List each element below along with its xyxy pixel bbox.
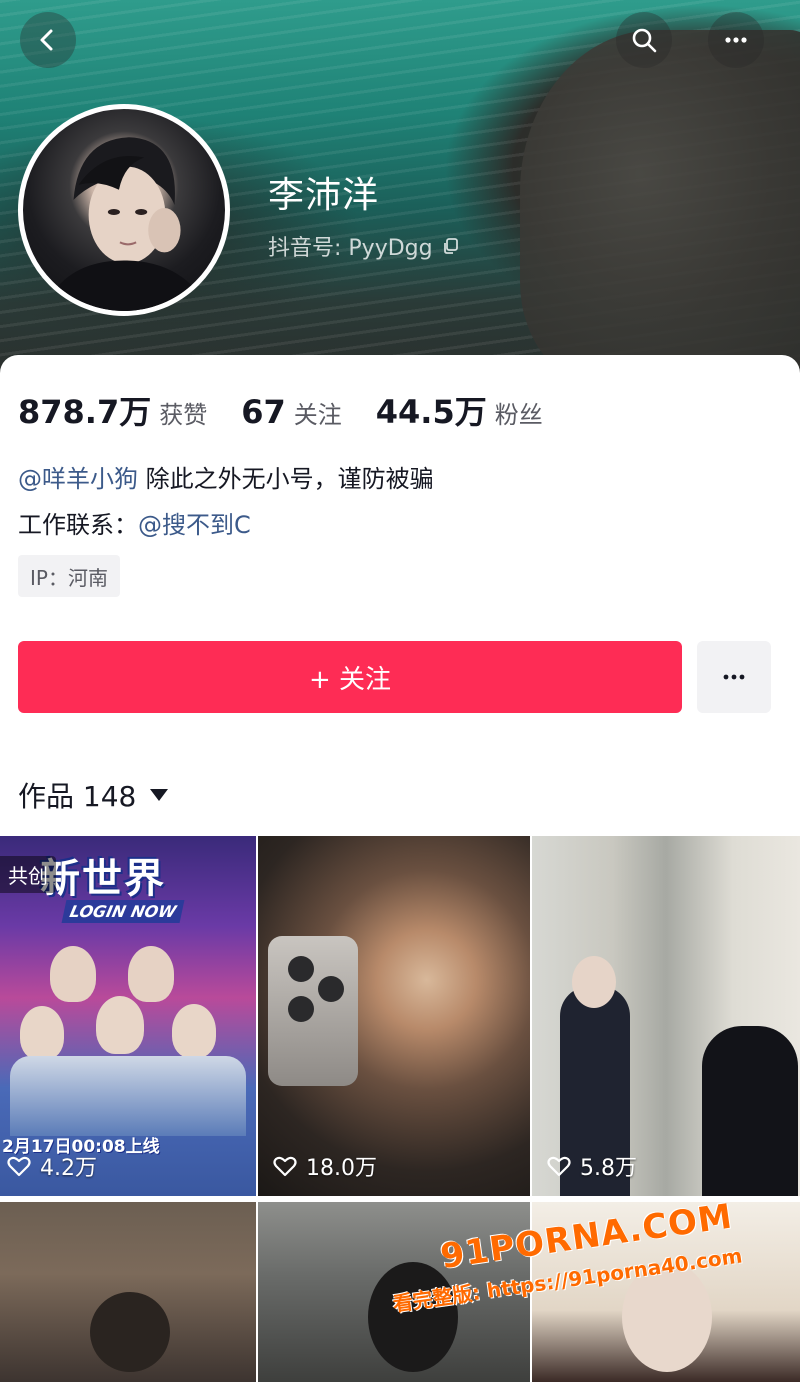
douyin-id-row[interactable]: 抖音号: PyyDgg (268, 230, 461, 262)
camera-lens (288, 956, 314, 982)
more-dots-icon (723, 674, 745, 680)
avatar[interactable] (18, 104, 230, 316)
bio-text-2: 工作联系： (18, 511, 138, 539)
poster-figure (172, 1004, 216, 1058)
video-likes-count: 4.2万 (40, 1156, 97, 1181)
search-icon (632, 28, 657, 53)
heart-icon (7, 1156, 31, 1177)
poster-group-clothes (10, 1056, 246, 1136)
poster-title: 新世界 (40, 856, 166, 902)
poster-figure (128, 946, 174, 1002)
camera-lens (288, 996, 314, 1022)
poster-figure (20, 1006, 64, 1060)
ip-badge: IP：河南 (18, 555, 120, 597)
poster-subtitle: LOGIN NOW (61, 900, 185, 923)
camera-lens (318, 976, 344, 1002)
video-tile[interactable]: 新世界 LOGIN NOW 共创 2月17日00:08上线 4.2万 (0, 836, 256, 1196)
likes-label: 获赞 (159, 401, 208, 429)
poster-figure (50, 946, 96, 1002)
caret-down-icon (150, 789, 169, 801)
back-button[interactable] (20, 12, 76, 68)
video-tile[interactable] (0, 1202, 256, 1382)
collab-tag: 共创 (0, 856, 56, 893)
followers-count[interactable]: 44.5万 (376, 387, 487, 433)
rock-shape (520, 30, 800, 380)
more-actions-button[interactable] (697, 641, 771, 713)
likes-count: 878.7万 (18, 393, 152, 431)
video-likes-count: 18.0万 (306, 1156, 377, 1181)
follow-button[interactable]: + 关注 (18, 641, 682, 713)
works-title: 作品 148 (18, 780, 137, 813)
copy-icon[interactable] (441, 236, 461, 256)
video-likes: 4.2万 (6, 1150, 97, 1182)
figure-face (572, 956, 616, 1008)
bio-text-1: 除此之外无小号，谨防被骗 (138, 465, 434, 493)
profile-nickname: 李沛洋 (268, 175, 380, 216)
video-tile[interactable]: 5.8万 (532, 836, 800, 1196)
figure-hair (90, 1292, 170, 1372)
video-likes: 18.0万 (272, 1150, 377, 1182)
search-button[interactable] (616, 12, 672, 68)
profile-banner: 李沛洋 抖音号: PyyDgg (0, 0, 800, 380)
avatar-portrait (43, 137, 210, 311)
heart-icon (273, 1156, 297, 1177)
chevron-left-icon (40, 29, 53, 51)
following-count[interactable]: 67 (241, 393, 286, 431)
works-tab[interactable]: 作品 148 (18, 775, 169, 815)
poster-figure (96, 996, 144, 1054)
stats-row: 878.7万 获赞 67 关注 44.5万 粉丝 (18, 387, 577, 433)
more-dots-icon (725, 37, 747, 43)
video-likes: 5.8万 (546, 1150, 637, 1182)
bio-mention-1[interactable]: @咩羊小狗 (18, 465, 138, 493)
more-options-button[interactable] (708, 12, 764, 68)
video-tile[interactable]: 18.0万 (258, 836, 530, 1196)
figure-back (702, 1026, 798, 1196)
follow-button-label: + 关注 (308, 664, 392, 695)
bio-line-1: @咩羊小狗 除此之外无小号，谨防被骗 (18, 459, 434, 494)
bio-mention-2[interactable]: @搜不到C (138, 511, 251, 539)
douyin-id: 抖音号: PyyDgg (268, 236, 433, 261)
following-label[interactable]: 关注 (294, 395, 342, 430)
video-likes-count: 5.8万 (580, 1156, 637, 1181)
bio-line-2: 工作联系：@搜不到C (18, 505, 251, 540)
heart-icon (547, 1156, 571, 1177)
followers-label[interactable]: 粉丝 (495, 395, 543, 430)
